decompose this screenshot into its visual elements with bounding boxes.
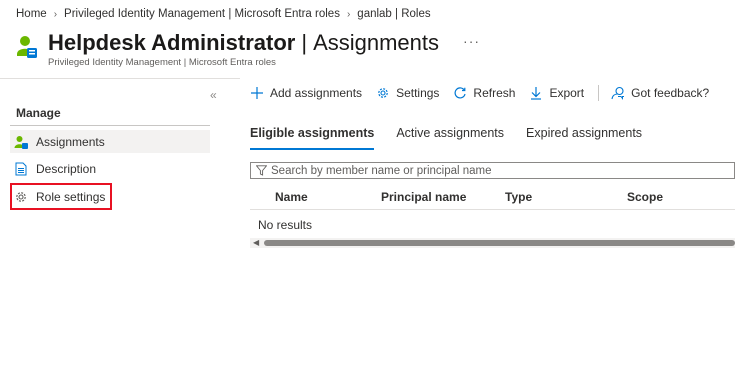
- add-assignments-label: Add assignments: [270, 86, 363, 100]
- breadcrumb: Home › Privileged Identity Management | …: [16, 8, 431, 20]
- sidebar-item-description[interactable]: Description: [10, 157, 210, 180]
- breadcrumb-pim[interactable]: Privileged Identity Management | Microso…: [64, 8, 340, 20]
- scrollbar-thumb[interactable]: [264, 240, 735, 246]
- tab-eligible-assignments[interactable]: Eligible assignments: [250, 126, 375, 150]
- feedback-label: Got feedback?: [631, 86, 710, 100]
- column-header-scope[interactable]: Scope: [627, 190, 663, 204]
- breadcrumb-roles[interactable]: ganlab | Roles: [357, 8, 430, 20]
- gear-icon: [376, 86, 390, 100]
- header-divider: [0, 78, 240, 79]
- horizontal-scrollbar[interactable]: ◀: [250, 238, 735, 248]
- sidebar-item-role-settings[interactable]: Role settings: [10, 185, 210, 208]
- sidebar-item-label: Role settings: [36, 189, 106, 204]
- page-subtitle: Privileged Identity Management | Microso…: [48, 57, 276, 68]
- manage-section-label: Manage: [16, 106, 61, 120]
- settings-button[interactable]: Settings: [376, 86, 439, 100]
- filter-icon: [256, 165, 267, 176]
- table-header: Name Principal name Type Scope: [250, 182, 735, 210]
- feedback-icon: [611, 86, 625, 100]
- scroll-left-icon[interactable]: ◀: [253, 238, 259, 248]
- sidebar-item-label: Description: [36, 161, 97, 176]
- command-bar: Add assignments Settings Refresh Export: [250, 85, 723, 101]
- more-options-button[interactable]: ···: [463, 33, 480, 49]
- page-header: Helpdesk Administrator | Assignments ···…: [16, 30, 480, 68]
- breadcrumb-separator: ›: [53, 8, 58, 20]
- feedback-button[interactable]: Got feedback?: [611, 86, 709, 100]
- plus-icon: [250, 86, 264, 100]
- settings-label: Settings: [396, 86, 440, 100]
- export-label: Export: [549, 86, 585, 100]
- sidebar-divider: [10, 125, 210, 126]
- search-placeholder: Search by member name or principal name: [271, 164, 492, 177]
- breadcrumb-home[interactable]: Home: [16, 8, 47, 20]
- collapse-sidebar-button[interactable]: «: [210, 88, 217, 102]
- gear-icon: [14, 190, 28, 204]
- role-user-icon: [17, 36, 37, 58]
- sidebar-item-label: Assignments: [36, 134, 105, 149]
- column-header-name[interactable]: Name: [275, 190, 308, 204]
- document-icon: [14, 162, 28, 176]
- page-title: Helpdesk Administrator | Assignments ···: [48, 30, 480, 56]
- page-title-section: Assignments: [313, 30, 440, 55]
- page-title-role: Helpdesk Administrator: [48, 30, 296, 55]
- column-header-type[interactable]: Type: [505, 190, 532, 204]
- refresh-button[interactable]: Refresh: [453, 86, 515, 100]
- user-group-icon: [14, 135, 28, 149]
- toolbar-separator: [598, 85, 600, 101]
- assignment-tabs: Eligible assignments Active assignments …: [250, 126, 664, 150]
- search-input[interactable]: Search by member name or principal name: [250, 162, 735, 179]
- sidebar-item-assignments[interactable]: Assignments: [10, 130, 210, 153]
- export-button[interactable]: Export: [529, 86, 584, 100]
- add-assignments-button[interactable]: Add assignments: [250, 86, 362, 100]
- download-icon: [529, 86, 543, 100]
- refresh-label: Refresh: [473, 86, 516, 100]
- tab-active-assignments[interactable]: Active assignments: [396, 126, 504, 150]
- column-header-principal-name[interactable]: Principal name: [381, 190, 466, 204]
- breadcrumb-separator: ›: [346, 8, 351, 20]
- refresh-icon: [453, 86, 467, 100]
- empty-state-text: No results: [258, 218, 313, 232]
- page-title-separator: |: [301, 30, 308, 55]
- tab-expired-assignments[interactable]: Expired assignments: [526, 126, 642, 150]
